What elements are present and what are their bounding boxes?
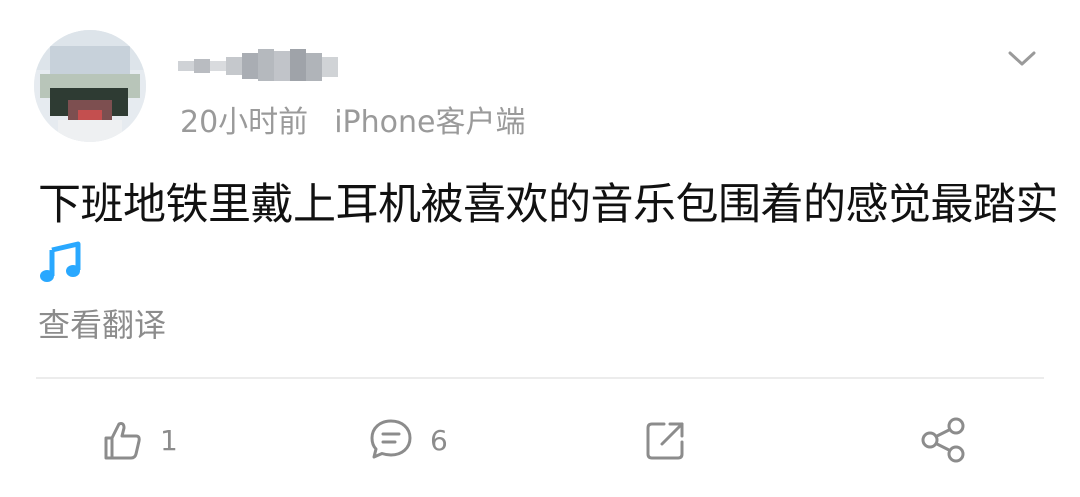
avatar-image [34, 30, 146, 142]
comment-count: 6 [430, 423, 448, 457]
repost-icon [646, 422, 684, 460]
share-icon [921, 417, 965, 463]
post-meta: 20小时前 iPhone客户端 [180, 104, 525, 142]
author-name-redacted[interactable] [178, 45, 338, 87]
comment-icon [370, 419, 412, 459]
post-menu-button[interactable] [1004, 44, 1040, 74]
chevron-down-icon [1008, 51, 1036, 66]
share-button[interactable] [918, 412, 968, 468]
post-source[interactable]: iPhone客户端 [334, 105, 525, 140]
avatar[interactable] [34, 30, 146, 142]
like-button[interactable]: 1 [100, 412, 178, 468]
thumbs-up-icon [104, 422, 141, 460]
repost-button[interactable] [644, 412, 688, 468]
redacted-name-icon [178, 49, 338, 81]
translate-link[interactable]: 查看翻译 [38, 304, 166, 346]
like-count: 1 [160, 423, 178, 457]
comment-button[interactable]: 6 [368, 412, 448, 468]
post-text: 下班地铁里戴上耳机被喜欢的音乐包围着的感觉最踏实 [38, 180, 1059, 230]
music-notes-icon [40, 240, 84, 284]
divider [36, 377, 1044, 379]
post-time: 20小时前 [180, 105, 309, 140]
